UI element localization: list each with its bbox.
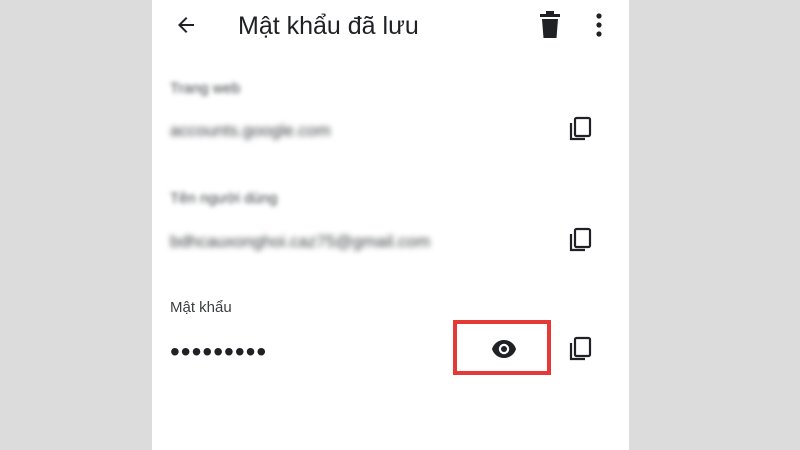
page-title: Mật khẩu đã lưu bbox=[238, 12, 419, 40]
username-label: Tên người dùng bbox=[170, 190, 278, 207]
show-password-button[interactable] bbox=[491, 339, 517, 359]
more-vert-icon bbox=[596, 13, 602, 37]
password-masked-value: ••••••••• bbox=[170, 336, 268, 367]
more-options-button[interactable] bbox=[592, 12, 606, 38]
arrow-left-icon bbox=[178, 17, 194, 33]
copy-username-button[interactable] bbox=[568, 227, 592, 253]
saved-password-screen: Mật khẩu đã lưu Trang web accounts.googl… bbox=[152, 0, 629, 450]
copy-website-button[interactable] bbox=[568, 116, 592, 142]
delete-button[interactable] bbox=[538, 11, 562, 39]
app-bar: Mật khẩu đã lưu bbox=[152, 0, 629, 56]
copy-icon bbox=[569, 227, 592, 252]
copy-icon bbox=[569, 336, 592, 361]
copy-password-button[interactable] bbox=[568, 336, 592, 362]
username-value: bdhcauxonghoi.caz75@gmail.com bbox=[170, 232, 431, 251]
back-button[interactable] bbox=[174, 13, 198, 37]
website-value: accounts.google.com bbox=[170, 121, 331, 140]
password-label: Mật khẩu bbox=[170, 299, 232, 316]
website-label: Trang web bbox=[170, 80, 241, 97]
copy-icon bbox=[569, 116, 592, 141]
eye-icon bbox=[492, 340, 516, 358]
trash-icon bbox=[540, 11, 560, 38]
